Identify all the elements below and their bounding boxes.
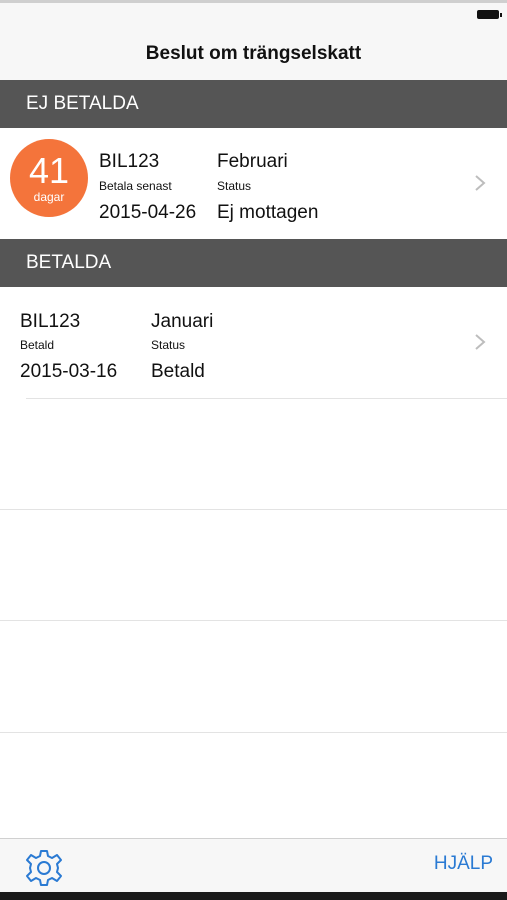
section-header-unpaid: EJ BETALDA xyxy=(0,80,507,128)
list-item-unpaid[interactable]: 41 dagar BIL123 Betala senast 2015-04-26… xyxy=(0,128,507,239)
month: Januari xyxy=(151,311,214,332)
row-separator xyxy=(0,620,507,621)
section-header-paid: BETALDA xyxy=(0,239,507,287)
due-date-label: Betala senast xyxy=(99,179,172,193)
due-date: 2015-04-26 xyxy=(99,202,197,223)
status-label: Status xyxy=(217,179,252,193)
status-value: Ej mottagen xyxy=(217,202,319,223)
status-bar xyxy=(0,0,507,30)
battery-icon xyxy=(477,10,502,19)
navigation-bar: Beslut om trängselskatt xyxy=(0,30,507,80)
bottom-edge xyxy=(0,892,507,900)
gear-icon[interactable] xyxy=(24,848,64,888)
paid-date-label: Betald xyxy=(20,338,55,352)
days-left-unit: dagar xyxy=(33,190,65,204)
month: Februari xyxy=(217,151,288,172)
row-separator xyxy=(26,398,507,399)
row-separator xyxy=(0,509,507,510)
paid-date: 2015-03-16 xyxy=(20,361,118,382)
status-value: Betald xyxy=(151,361,205,382)
chevron-right-icon xyxy=(475,175,486,191)
page-title: Beslut om trängselskatt xyxy=(145,43,362,64)
list-item-paid[interactable]: BIL123 Betald 2015-03-16 Januari Status … xyxy=(0,287,507,398)
plate-number: BIL123 xyxy=(20,311,81,332)
row-separator xyxy=(0,732,507,733)
bottom-toolbar: HJÄLP xyxy=(0,838,507,892)
chevron-right-icon xyxy=(475,334,486,350)
plate-number: BIL123 xyxy=(99,151,160,172)
help-button[interactable]: HJÄLP xyxy=(434,853,493,875)
days-left-badge: 41 dagar xyxy=(10,139,88,217)
days-left-count: 41 xyxy=(28,150,70,191)
status-bar-edge xyxy=(0,0,507,3)
status-label: Status xyxy=(151,338,186,352)
